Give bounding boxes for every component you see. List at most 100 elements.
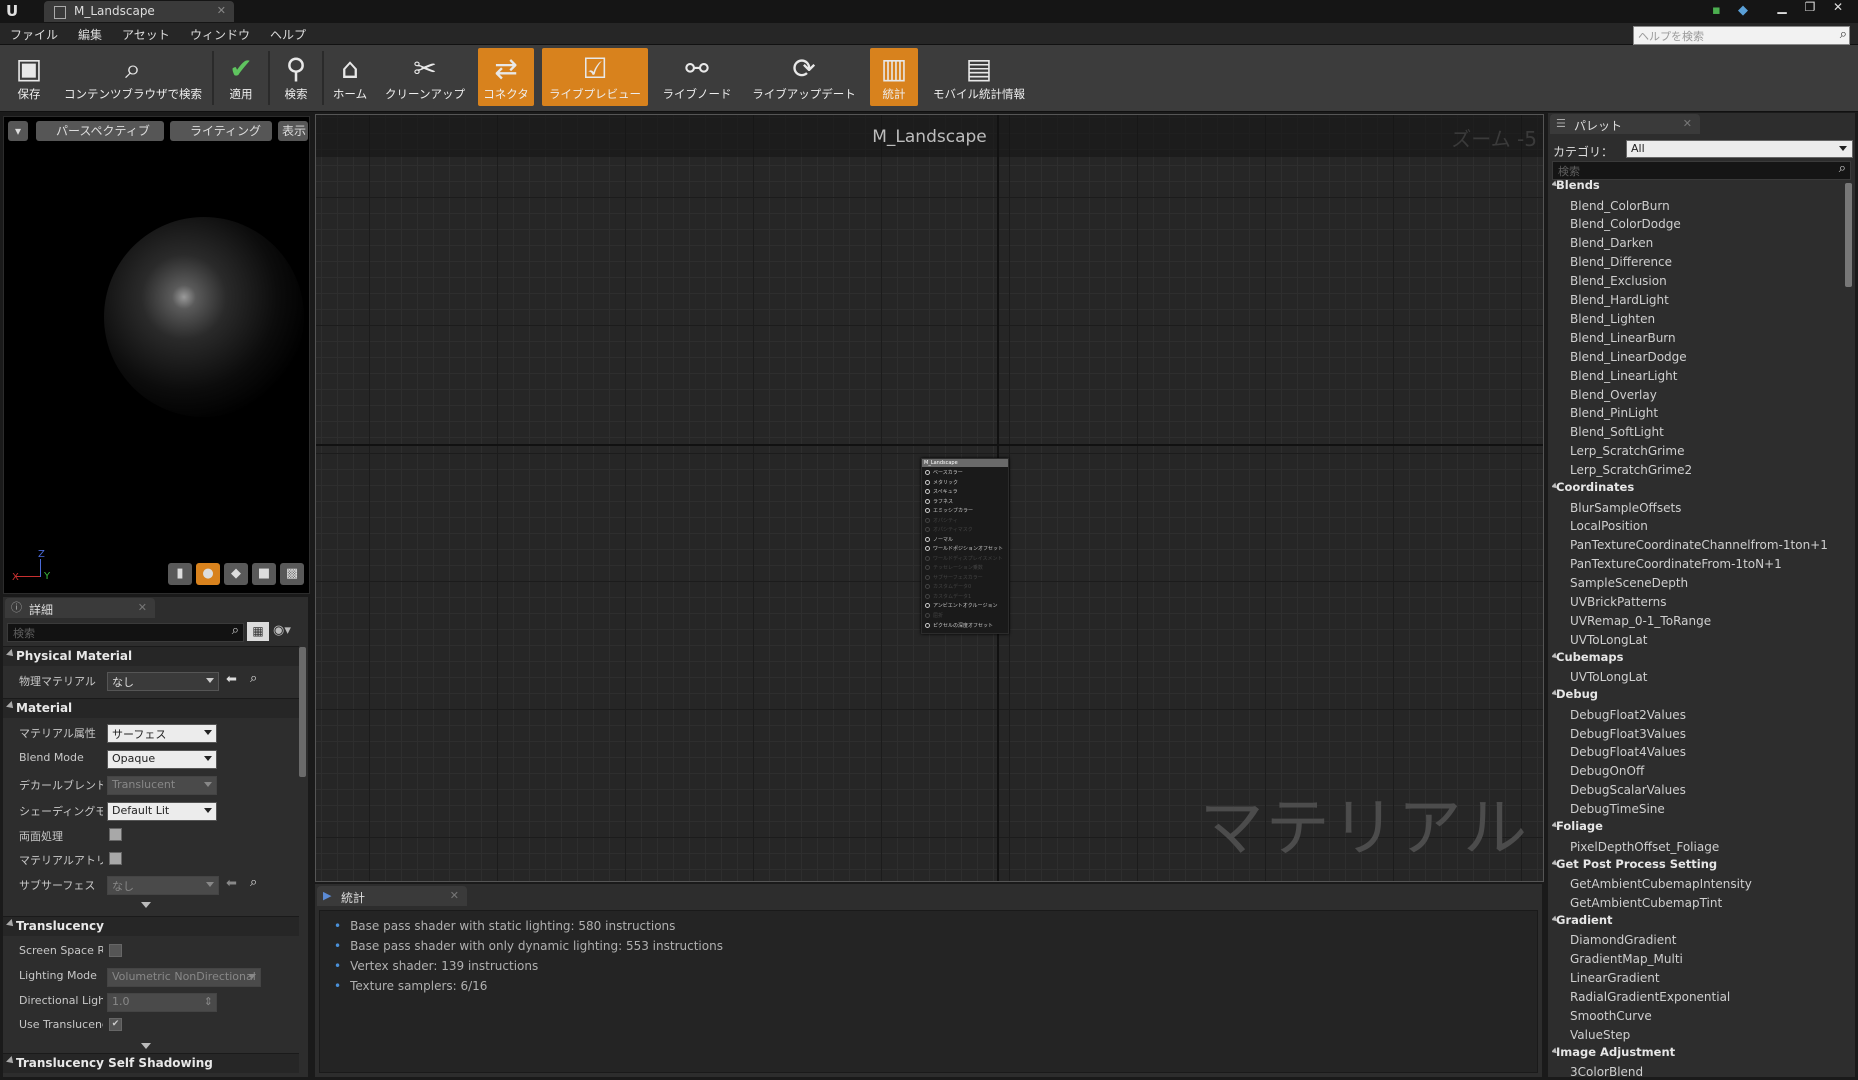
palette-item[interactable]: Blend_PinLight [1570, 406, 1658, 420]
node-input-pin[interactable]: サブサーフェスカラー [925, 574, 983, 582]
view-options-grid-icon[interactable]: ▦ [247, 622, 269, 641]
node-input-pin[interactable]: カスタムデータ1 [925, 593, 971, 601]
palette-item[interactable]: GradientMap_Multi [1570, 952, 1683, 966]
node-input-pin[interactable]: ワールドディスプレイスメント [925, 555, 1003, 563]
preview-cylinder-icon[interactable]: ▮ [168, 563, 192, 585]
category-translucency[interactable]: Translucency [3, 916, 299, 936]
node-input-pin[interactable]: ラフネス [925, 498, 953, 506]
browse-asset-icon[interactable]: ⌕ [250, 875, 257, 890]
preview-sphere-icon[interactable]: ● [196, 563, 220, 585]
lighting-button[interactable]: ライティング [170, 121, 272, 141]
node-input-pin[interactable]: オパシティマスク [925, 526, 973, 534]
palette-category[interactable]: Debug [1556, 687, 1598, 701]
live-nodes-button[interactable]: ⚯ ライブノード [656, 48, 738, 106]
category-material[interactable]: Material [3, 698, 299, 718]
palette-item[interactable]: LinearGradient [1570, 971, 1660, 985]
palette-item[interactable]: PixelDepthOffset_Foliage [1570, 840, 1719, 854]
palette-item[interactable]: SampleSceneDepth [1570, 576, 1688, 590]
menu-help[interactable]: ヘルプ [270, 26, 306, 43]
apply-button[interactable]: ✔ 適用 [218, 48, 264, 106]
node-input-pin[interactable]: ワールドポジションオフセット [925, 545, 1003, 553]
cleanup-button[interactable]: ✂ クリーンアップ [378, 48, 472, 106]
palette-item[interactable]: UVToLongLat [1570, 670, 1647, 684]
node-input-pin[interactable]: アンビエントオクルージョン [925, 602, 997, 610]
palette-item[interactable]: Blend_ColorBurn [1570, 199, 1670, 213]
node-input-pin[interactable]: メタリック [925, 479, 958, 487]
minimize-icon[interactable]: ▁ [1770, 0, 1794, 15]
palette-category[interactable]: Coordinates [1556, 480, 1634, 494]
preview-cube-icon[interactable]: ■ [252, 563, 276, 585]
category-dropdown[interactable]: All [1626, 140, 1853, 158]
node-input-pin[interactable]: ピクセルの深度オフセット [925, 622, 993, 630]
close-tab-icon[interactable]: ✕ [1683, 117, 1692, 130]
show-button[interactable]: 表示 [278, 121, 308, 141]
palette-item[interactable]: LocalPosition [1570, 519, 1648, 533]
palette-item[interactable]: Blend_LinearLight [1570, 369, 1677, 383]
directional-light-field[interactable]: 1.0 ⇕ [107, 993, 217, 1012]
node-input-pin[interactable]: ノーマル [925, 536, 953, 544]
category-translucency-self-shadowing[interactable]: Translucency Self Shadowing [3, 1053, 299, 1073]
palette-item[interactable]: Blend_ColorDodge [1570, 217, 1681, 231]
palette-item[interactable]: DebugFloat3Values [1570, 727, 1686, 741]
menu-asset[interactable]: アセット [122, 26, 170, 43]
details-search-input[interactable]: 検索 ⌕ [7, 623, 244, 642]
document-tab[interactable]: M_Landscape ✕ [44, 1, 234, 22]
menu-file[interactable]: ファイル [10, 26, 58, 43]
browse-content-button[interactable]: ⌕ コンテンツブラウザで検索 [58, 48, 208, 106]
palette-item[interactable]: Blend_LinearBurn [1570, 331, 1676, 345]
palette-category[interactable]: Get Post Process Setting [1556, 857, 1717, 871]
material-domain-dropdown[interactable]: サーフェス [107, 724, 217, 743]
tab-details[interactable]: ⓘ 詳細 ✕ [5, 598, 155, 618]
home-button[interactable]: ⌂ ホーム [327, 48, 373, 106]
palette-item[interactable]: Blend_Darken [1570, 236, 1653, 250]
palette-item[interactable]: SmoothCurve [1570, 1009, 1652, 1023]
expand-advanced-icon[interactable] [141, 1043, 151, 1049]
palette-item[interactable]: Blend_Exclusion [1570, 274, 1667, 288]
palette-item[interactable]: DebugFloat2Values [1570, 708, 1686, 722]
palette-item[interactable]: RadialGradientExponential [1570, 990, 1730, 1004]
category-physical-material[interactable]: Physical Material [3, 646, 299, 666]
search-button[interactable]: ⚲ 検索 [273, 48, 319, 106]
chat-icon[interactable]: ▪ [1712, 3, 1721, 18]
palette-item[interactable]: Blend_Overlay [1570, 388, 1657, 402]
physical-material-dropdown[interactable]: なし [107, 672, 219, 691]
tab-stats[interactable]: ▶ 統計 ✕ [317, 886, 467, 906]
material-graph-canvas[interactable]: M_Landscape ズーム -5 M_Landscape ベースカラー メタリ… [315, 114, 1544, 882]
node-input-pin[interactable]: エミッシブカラー [925, 507, 973, 515]
preview-mesh-icon[interactable]: ▩ [280, 563, 304, 585]
palette-item[interactable]: PanTextureCoordinateChannelfrom-1ton+1 [1570, 538, 1828, 552]
use-selected-arrow-icon[interactable]: ⬅ [226, 672, 237, 687]
palette-item[interactable]: UVToLongLat [1570, 633, 1647, 647]
eye-visibility-icon[interactable]: ◉▾ [273, 623, 291, 638]
palette-item[interactable]: GetAmbientCubemapIntensity [1570, 877, 1752, 891]
node-input-pin[interactable]: テッセレーション乗数 [925, 564, 983, 572]
screen-space-reflections-checkbox[interactable] [109, 944, 122, 957]
palette-scrollbar[interactable] [1845, 183, 1852, 287]
live-update-button[interactable]: ⟳ ライブアップデート [744, 48, 864, 106]
palette-item[interactable]: UVBrickPatterns [1570, 595, 1666, 609]
menu-edit[interactable]: 編集 [78, 26, 102, 43]
mobile-stats-button[interactable]: ▤ モバイル統計情報 [924, 48, 1034, 106]
help-search-input[interactable]: ヘルプを検索 ⌕ [1633, 26, 1850, 45]
live-preview-button[interactable]: ☑ ライブプレビュー [542, 48, 648, 106]
browse-asset-icon[interactable]: ⌕ [250, 671, 257, 686]
node-input-pin[interactable]: スペキュラ [925, 488, 958, 496]
notification-icon[interactable]: ◆ [1738, 3, 1748, 18]
preview-viewport[interactable]: ▾ パースペクティブ ライティング 表示 Z X Y ▮ ● ◆ ■ ▩ [3, 116, 310, 594]
palette-item[interactable]: DebugTimeSine [1570, 802, 1665, 816]
preview-plane-icon[interactable]: ◆ [224, 563, 248, 585]
viewport-menu-button[interactable]: ▾ [8, 121, 28, 141]
stats-button[interactable]: ▥ 統計 [870, 48, 918, 106]
palette-item[interactable]: Blend_HardLight [1570, 293, 1669, 307]
palette-item[interactable]: ValueStep [1570, 1028, 1630, 1042]
close-tab-icon[interactable]: ✕ [450, 889, 459, 902]
two-sided-checkbox[interactable] [109, 828, 122, 841]
save-button[interactable]: ▣ 保存 [4, 48, 54, 106]
palette-item[interactable]: DebugFloat4Values [1570, 745, 1686, 759]
node-input-pin[interactable]: カスタムデータ0 [925, 583, 971, 591]
palette-item[interactable]: BlurSampleOffsets [1570, 501, 1681, 515]
tab-palette[interactable]: ☰ パレット ✕ [1550, 114, 1700, 134]
close-window-icon[interactable]: ✕ [1826, 0, 1850, 15]
palette-item[interactable]: PanTextureCoordinateFrom-1toN+1 [1570, 557, 1782, 571]
node-input-pin[interactable]: ベースカラー [925, 469, 963, 477]
